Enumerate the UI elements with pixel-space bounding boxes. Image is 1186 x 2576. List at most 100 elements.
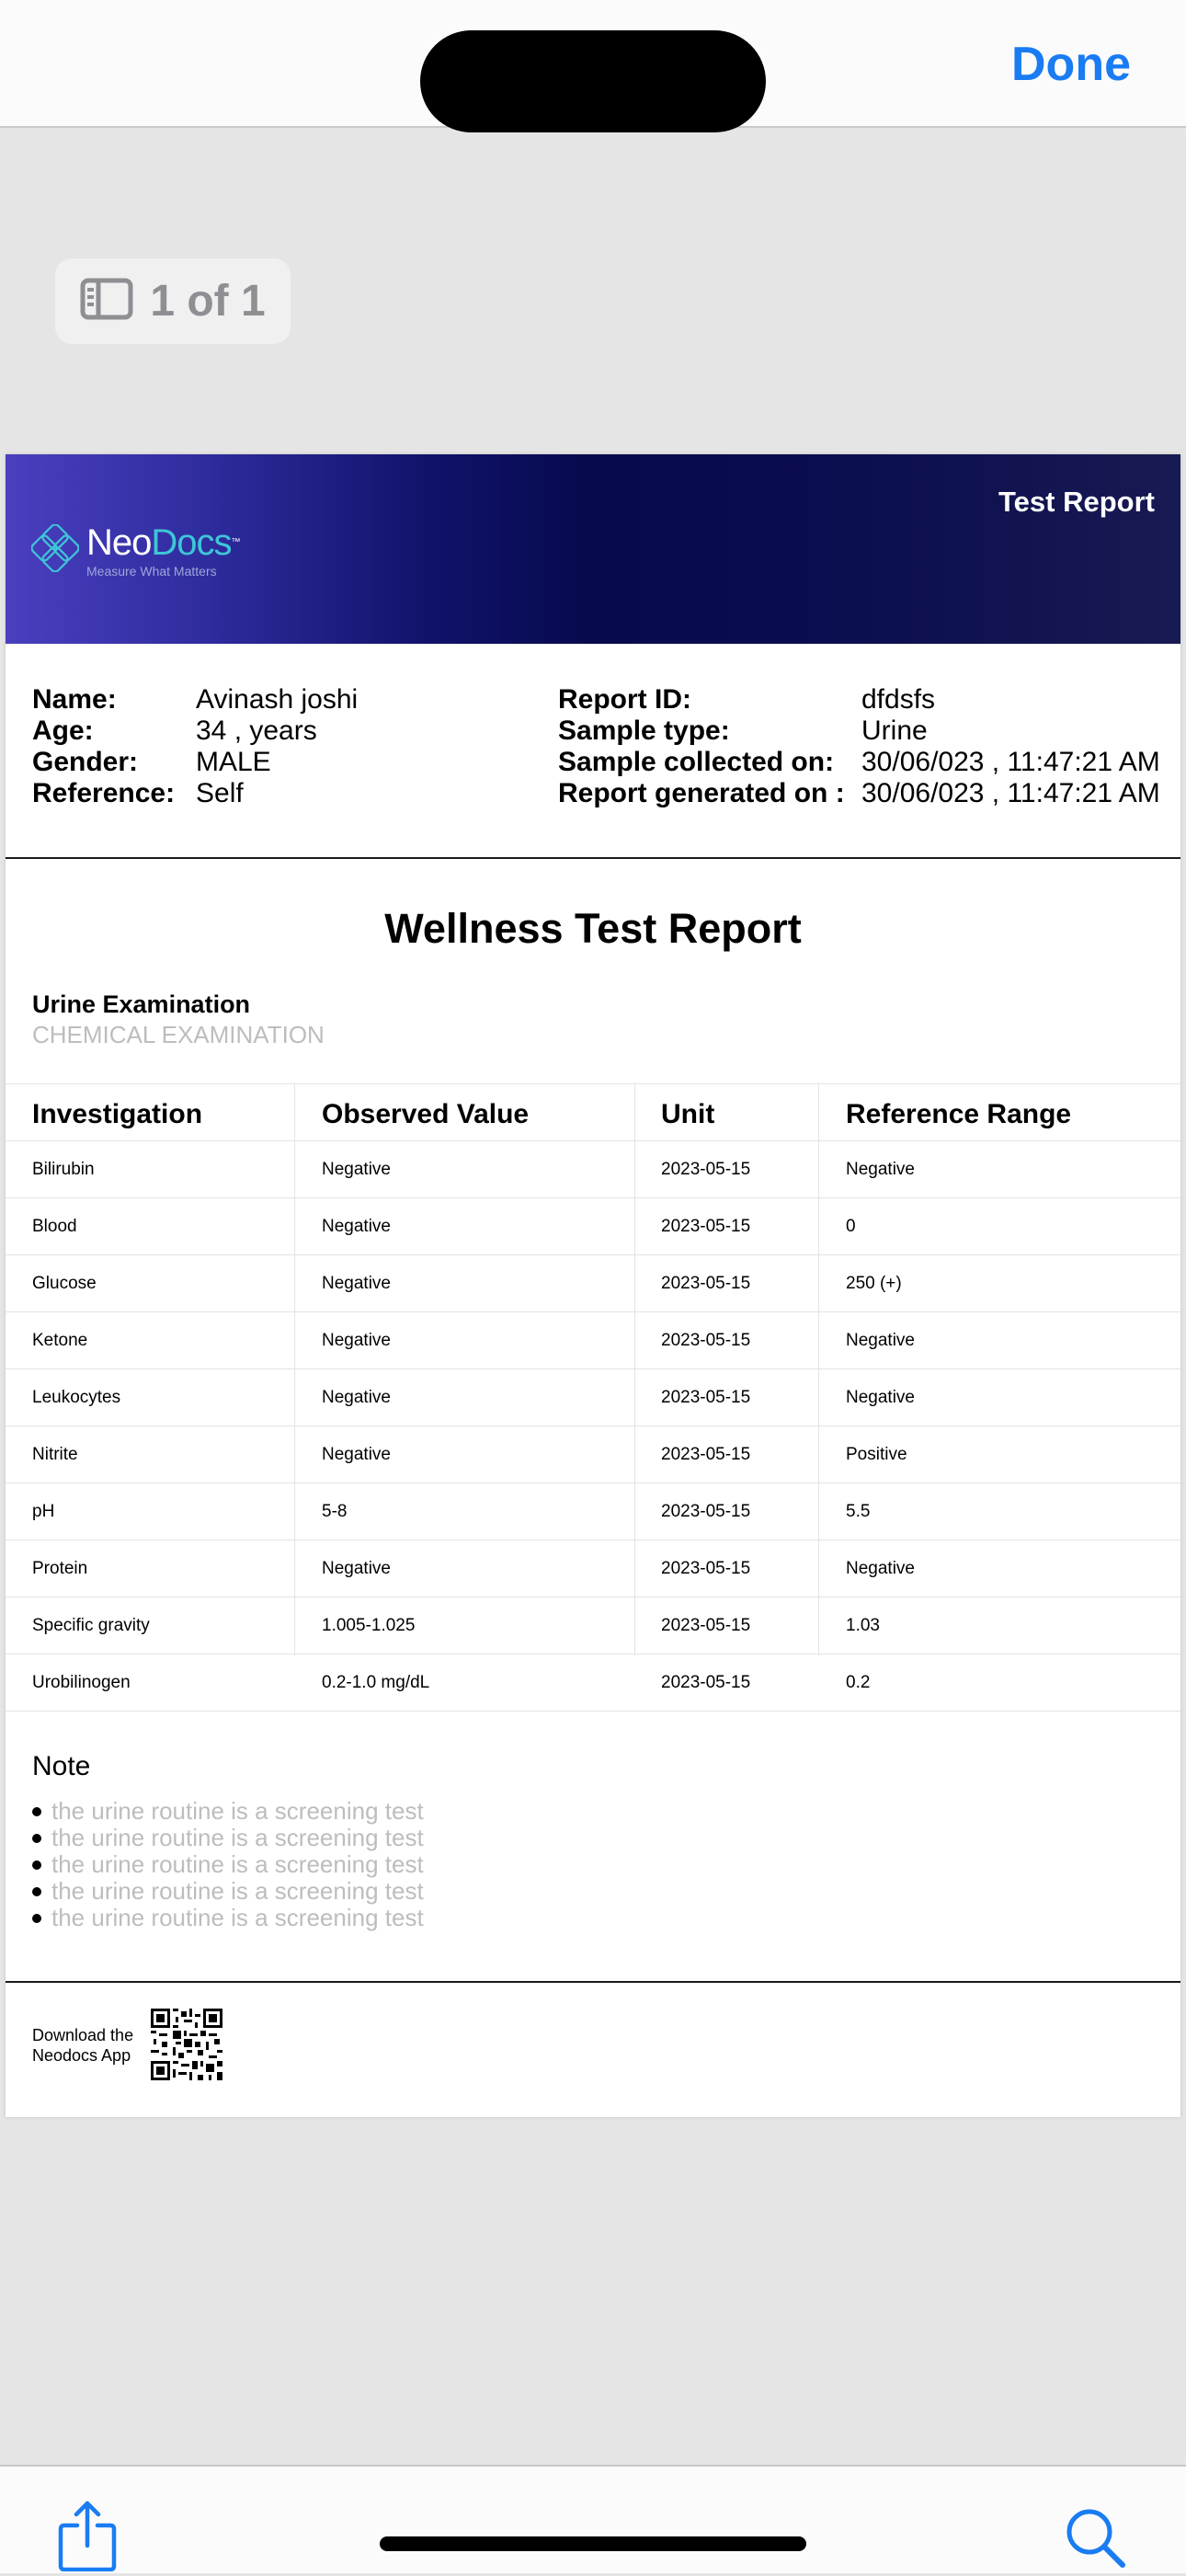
report-id: dfdsfs xyxy=(861,684,936,715)
unit-cell: 2023-05-15 xyxy=(661,1444,751,1464)
reference-range-cell: 5.5 xyxy=(846,1501,871,1521)
investigation-cell: Leukocytes xyxy=(32,1387,121,1407)
dynamic-island xyxy=(420,30,766,132)
note-title: Note xyxy=(32,1751,91,1781)
section-title: Urine Examination xyxy=(32,990,251,1018)
list-item: the urine routine is a screening test xyxy=(32,1904,424,1931)
search-icon xyxy=(1065,2509,1127,2573)
note-list: the urine routine is a screening test th… xyxy=(32,1797,424,1931)
bullet-icon xyxy=(32,1833,41,1843)
sample-collected-row: Sample collected on: 30/06/023 , 11:47:21… xyxy=(558,747,1160,777)
results-table: Investigation Observed Value Unit Refere… xyxy=(6,1083,1180,1712)
search-button[interactable] xyxy=(1065,2507,1127,2574)
patient-gender: MALE xyxy=(196,747,271,777)
unit-cell: 2023-05-15 xyxy=(661,1387,751,1407)
unit-cell: 2023-05-15 xyxy=(661,1615,751,1635)
report-title: Wellness Test Report xyxy=(384,905,802,952)
observed-value-cell: Negative xyxy=(322,1273,391,1293)
neodocs-logo-icon xyxy=(30,522,80,577)
qr-code xyxy=(151,2009,222,2085)
bullet-icon xyxy=(32,1886,41,1896)
sample-collected-date: 30/06/023 , 11:47:21 AM xyxy=(861,747,1160,777)
bullet-icon xyxy=(32,1860,41,1870)
bullet-icon xyxy=(32,1806,41,1816)
report-generated-date: 30/06/023 , 11:47:21 AM xyxy=(861,778,1160,808)
sidebar-icon xyxy=(80,278,133,325)
report-header-banner: NeoDocs™ Measure What Matters Test Repor… xyxy=(6,454,1180,644)
observed-value-cell: Negative xyxy=(322,1216,391,1236)
header-investigation: Investigation xyxy=(32,1098,203,1129)
list-item: the urine routine is a screening test xyxy=(32,1824,424,1851)
table-row: Specific gravity 1.005-1.025 2023-05-15 … xyxy=(6,1597,1180,1654)
investigation-cell: Ketone xyxy=(32,1330,88,1350)
reference-range-cell: 0 xyxy=(846,1216,856,1236)
unit-cell: 2023-05-15 xyxy=(661,1558,751,1578)
header-reference-range: Reference Range xyxy=(846,1098,1072,1129)
header-unit: Unit xyxy=(661,1098,715,1129)
divider xyxy=(6,1981,1180,1983)
list-item: the urine routine is a screening test xyxy=(32,1877,424,1905)
report-id-row: Report ID: dfdsfs xyxy=(558,684,936,715)
reference-range-cell: 1.03 xyxy=(846,1615,880,1635)
table-header-row: Investigation Observed Value Unit Refere… xyxy=(6,1083,1180,1141)
list-item: the urine routine is a screening test xyxy=(32,1797,424,1825)
report-generated-row: Report generated on :30/06/023 , 11:47:2… xyxy=(558,778,1160,808)
observed-value-cell: Negative xyxy=(322,1444,391,1464)
logo-wordmark: NeoDocs™ xyxy=(86,522,241,563)
investigation-cell: Bilirubin xyxy=(32,1159,95,1179)
neodocs-logo: NeoDocs™ Measure What Matters xyxy=(30,522,241,578)
unit-cell: 2023-05-15 xyxy=(661,1501,751,1521)
observed-value-cell: 0.2-1.0 mg/dL xyxy=(322,1672,430,1692)
patient-info-left: Name: Avinash joshi Age: 34 , years Gender… xyxy=(32,684,358,809)
observed-value-cell: Negative xyxy=(322,1387,391,1407)
bullet-icon xyxy=(32,1913,41,1923)
unit-cell: 2023-05-15 xyxy=(661,1216,751,1236)
bottom-toolbar xyxy=(0,2465,1186,2573)
sample-type-row: Sample type: Urine xyxy=(558,716,928,746)
patient-age-row: Age: 34 , years xyxy=(32,716,317,746)
patient-name: Avinash joshi xyxy=(196,684,359,715)
reference-range-cell: Negative xyxy=(846,1330,915,1350)
share-icon xyxy=(57,2501,118,2575)
reference-range-cell: Negative xyxy=(846,1558,915,1578)
done-button[interactable]: Done xyxy=(1011,37,1131,92)
reference-range-cell: 250 (+) xyxy=(846,1273,902,1293)
reference-range-cell: Negative xyxy=(846,1159,915,1179)
patient-reference-row: Reference: Self xyxy=(32,778,244,808)
section-subtitle: CHEMICAL EXAMINATION xyxy=(32,1021,325,1048)
header-observed-value: Observed Value xyxy=(322,1098,530,1129)
table-row: Protein Negative 2023-05-15 Negative xyxy=(6,1540,1180,1597)
observed-value-cell: Negative xyxy=(322,1330,391,1350)
page-indicator-label: 1 of 1 xyxy=(150,277,266,326)
observed-value-cell: Negative xyxy=(322,1558,391,1578)
divider xyxy=(6,857,1180,859)
investigation-cell: pH xyxy=(32,1501,55,1521)
unit-cell: 2023-05-15 xyxy=(661,1159,751,1179)
download-app-text: Download the Neodocs App xyxy=(32,2026,134,2065)
patient-name-row: Name: Avinash joshi xyxy=(32,684,359,715)
investigation-cell: Nitrite xyxy=(32,1444,78,1464)
logo-tagline: Measure What Matters xyxy=(86,564,217,578)
home-indicator[interactable] xyxy=(380,2536,806,2551)
table-row: Blood Negative 2023-05-15 0 xyxy=(6,1198,1180,1255)
observed-value-cell: 1.005-1.025 xyxy=(322,1615,416,1635)
investigation-cell: Urobilinogen xyxy=(32,1672,131,1692)
investigation-cell: Protein xyxy=(32,1558,88,1578)
table-row: Glucose Negative 2023-05-15 250 (+) xyxy=(6,1255,1180,1312)
report-type-label: Test Report xyxy=(998,486,1155,518)
reference-range-cell: 0.2 xyxy=(846,1672,871,1692)
patient-gender-row: Gender: MALE xyxy=(32,747,271,777)
patient-info-right: Report ID: dfdsfs Sample type: Urine Sampl… xyxy=(558,684,1160,809)
table-row: pH 5-8 2023-05-15 5.5 xyxy=(6,1483,1180,1540)
page-indicator-button[interactable]: 1 of 1 xyxy=(55,258,291,344)
share-button[interactable] xyxy=(57,2500,118,2576)
patient-reference: Self xyxy=(196,778,244,808)
unit-cell: 2023-05-15 xyxy=(661,1273,751,1293)
reference-range-cell: Negative xyxy=(846,1387,915,1407)
investigation-cell: Glucose xyxy=(32,1273,97,1293)
table-row: Urobilinogen 0.2-1.0 mg/dL 2023-05-15 0.… xyxy=(6,1654,1180,1712)
observed-value-cell: 5-8 xyxy=(322,1501,348,1521)
report-document: NeoDocs™ Measure What Matters Test Repor… xyxy=(6,454,1180,2117)
sample-type: Urine xyxy=(861,716,928,746)
table-row: Bilirubin Negative 2023-05-15 Negative xyxy=(6,1141,1180,1198)
